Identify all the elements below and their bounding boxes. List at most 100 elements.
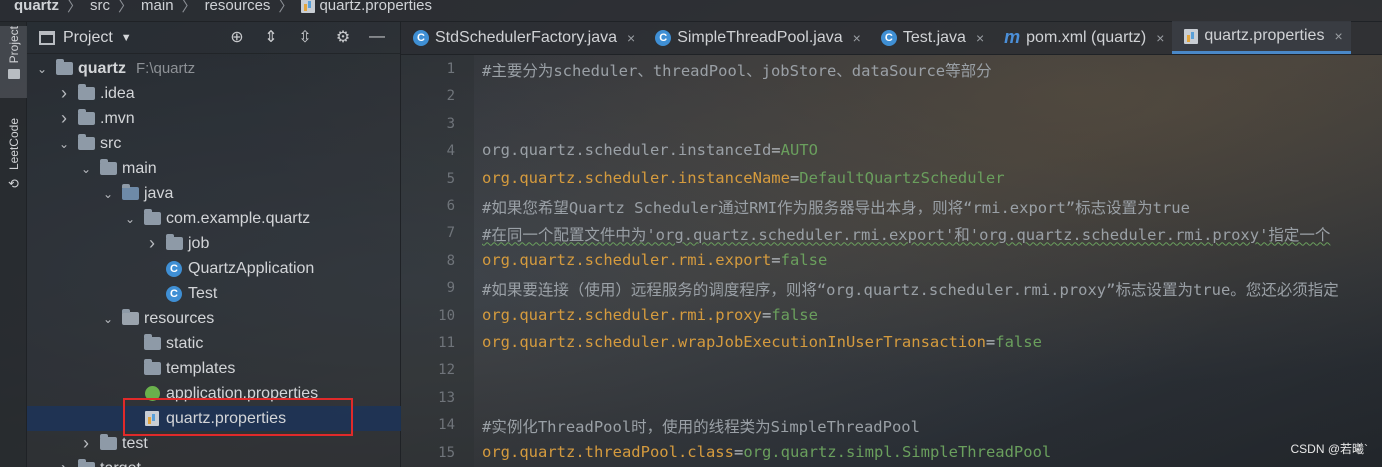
tree-item-label: test (122, 434, 148, 452)
tree-item-label: main (122, 159, 157, 177)
collapse-all-icon[interactable]: ⇳ (294, 26, 316, 48)
tree-item-icon (121, 309, 139, 327)
code-line: #实例化ThreadPool时，使用的线程类为SimpleThreadPool (482, 415, 920, 437)
tree-item[interactable]: ⌄ src (27, 131, 401, 156)
close-icon[interactable]: × (627, 30, 635, 46)
code-line: org.quartz.scheduler.rmi.export=false (482, 251, 827, 269)
chevron-down-icon[interactable]: ⌄ (35, 62, 49, 76)
tree-item-label: Test (188, 284, 218, 302)
code-line: org.quartz.scheduler.wrapJobExecutionInU… (482, 333, 1042, 351)
leetcode-tool-label: LeetCode (6, 118, 21, 171)
line-number: 14 (438, 417, 455, 434)
editor-tab[interactable]: C SimpleThreadPool.java × (643, 21, 869, 54)
breadcrumb: quartz 〉 src 〉 main 〉 resources 〉 quartz… (0, 0, 1382, 22)
folder-icon (77, 84, 95, 100)
line-number: 4 (446, 143, 455, 160)
code-token: org.quartz.scheduler.instanceId (482, 141, 772, 160)
code-line: #如果要连接（使用）远程服务的调度程序，则将“org.quartz.schedu… (482, 278, 1339, 300)
tree-item[interactable]: C Test (27, 281, 401, 306)
tree-item-label: java (144, 184, 174, 202)
code-line: #如果您希望Quartz Scheduler通过RMI作为服务器导出本身，则将“… (482, 196, 1190, 218)
folder-icon (99, 434, 117, 450)
tree-item[interactable]: › .idea (27, 81, 401, 106)
line-number: 2 (446, 88, 455, 105)
project-view-selector[interactable]: Project (63, 29, 113, 47)
tree-item-icon (121, 184, 139, 202)
editor-tab[interactable]: C StdSchedulerFactory.java × (401, 21, 643, 54)
editor-tabs: C StdSchedulerFactory.java × C SimpleThreadP… (401, 21, 1382, 55)
close-icon[interactable]: × (1156, 30, 1164, 46)
chevron-right-icon[interactable]: › (57, 108, 71, 129)
tree-item[interactable]: static (27, 331, 401, 356)
close-icon[interactable]: × (1334, 28, 1342, 44)
tree-item[interactable]: › .mvn (27, 106, 401, 131)
chevron-down-icon[interactable]: ⌄ (79, 162, 93, 176)
code-token: org.quartz.scheduler.wrapJobExecutionInU… (482, 333, 986, 351)
breadcrumb-separator: 〉 (118, 0, 134, 15)
line-number: 7 (446, 225, 455, 242)
tree-item-label: static (166, 334, 204, 352)
close-icon[interactable]: × (976, 30, 984, 46)
breadcrumb-item-main[interactable]: main (141, 0, 174, 14)
tab-label: StdSchedulerFactory.java (435, 28, 618, 46)
locate-icon[interactable]: ⊕ (226, 26, 248, 48)
tree-item[interactable]: ⌄ java (27, 181, 401, 206)
minimize-icon[interactable]: — (366, 26, 388, 48)
resources-folder-icon (121, 309, 139, 325)
folder-icon (99, 159, 117, 175)
java-class-icon: C (166, 285, 182, 302)
chevron-down-icon[interactable]: ⌄ (57, 137, 71, 151)
code-token: #在同一个配置文件中为'org.quartz.scheduler.rmi.exp… (482, 226, 1331, 245)
tree-item-icon (99, 434, 117, 452)
breadcrumb-item-file[interactable]: quartz.properties (301, 0, 432, 14)
editor-tab[interactable]: quartz.properties × (1172, 21, 1351, 54)
breadcrumb-separator: 〉 (181, 0, 197, 15)
tree-item[interactable]: ⌄ main (27, 156, 401, 181)
tree-item-path: F:\quartz (136, 60, 196, 77)
project-tool-button[interactable]: Project (0, 26, 27, 98)
expand-all-icon[interactable]: ⇕ (260, 26, 282, 48)
tree-item[interactable]: › job (27, 231, 401, 256)
folder-icon (77, 459, 95, 467)
tree-item-icon (77, 109, 95, 127)
gear-icon[interactable]: ⚙ (332, 26, 354, 48)
folder-icon (143, 334, 161, 350)
breadcrumb-separator: 〉 (278, 0, 294, 15)
close-icon[interactable]: × (853, 30, 861, 46)
code-line: org.quartz.scheduler.instanceName=Defaul… (482, 169, 1005, 187)
chevron-right-icon[interactable]: › (57, 83, 71, 104)
breadcrumb-file-label: quartz.properties (319, 0, 432, 14)
editor-tab[interactable]: C Test.java × (869, 21, 992, 54)
chevron-down-icon[interactable]: ⌄ (101, 312, 115, 326)
breadcrumb-item-src[interactable]: src (90, 0, 110, 14)
code-token: #如果要连接（使用）远程服务的调度程序，则将“org.quartz.schedu… (482, 281, 1339, 300)
chevron-down-icon[interactable]: ⌄ (101, 187, 115, 201)
code-line: org.quartz.scheduler.rmi.proxy=false (482, 306, 818, 324)
tree-item[interactable]: ⌄ resources (27, 306, 401, 331)
breadcrumb-item-resources[interactable]: resources (205, 0, 271, 14)
tree-item[interactable]: › target (27, 456, 401, 467)
code-token: #主要分为scheduler、threadPool、jobStore、dataS… (482, 62, 992, 80)
editor-tab[interactable]: m pom.xml (quartz) × (992, 21, 1172, 54)
watermark: CSDN @若曦` (1290, 442, 1368, 456)
package-icon (165, 234, 183, 250)
tree-item[interactable]: C QuartzApplication (27, 256, 401, 281)
code-token: #如果您希望Quartz Scheduler通过RMI作为服务器导出本身，则将“… (482, 199, 1190, 217)
tree-item[interactable]: ⌄ quartz F:\quartz (27, 56, 401, 81)
properties-file-icon (1184, 28, 1199, 44)
chevron-right-icon[interactable]: › (145, 233, 159, 254)
chevron-down-icon[interactable]: ▼ (121, 32, 132, 44)
tree-item[interactable]: ⌄ com.example.quartz (27, 206, 401, 231)
chevron-right-icon[interactable]: › (57, 458, 71, 467)
chevron-down-icon[interactable]: ⌄ (123, 212, 137, 226)
tree-item[interactable]: templates (27, 356, 401, 381)
breadcrumb-item-project[interactable]: quartz (14, 0, 59, 14)
leetcode-tool-button[interactable]: LeetCode ⟲ (0, 118, 27, 202)
code-token: false (771, 305, 818, 324)
tree-item-icon (99, 159, 117, 177)
code-token: AUTO (780, 141, 818, 160)
code-line: org.quartz.scheduler.instanceId=AUTO (482, 141, 818, 159)
chevron-right-icon[interactable]: › (79, 433, 93, 454)
source-folder-icon (121, 184, 139, 200)
tree-item-icon: C (165, 285, 183, 302)
